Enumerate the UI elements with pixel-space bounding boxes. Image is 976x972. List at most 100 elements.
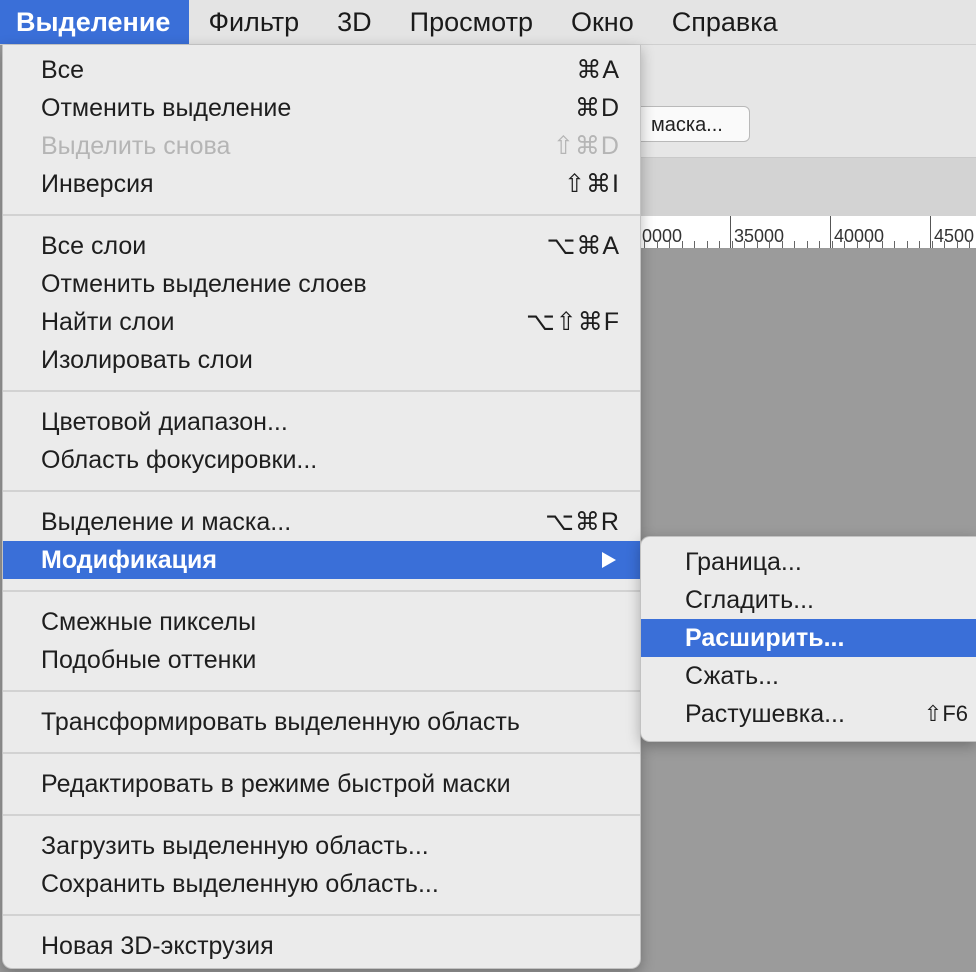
submenu-item-expand[interactable]: Расширить... bbox=[641, 619, 976, 657]
ruler-major-tick bbox=[730, 216, 731, 248]
menu-item-label: Изолировать слои bbox=[41, 346, 253, 374]
submenu-item-label: Граница... bbox=[685, 548, 802, 576]
ruler-minor-tick bbox=[919, 241, 920, 248]
ruler-minor-tick bbox=[694, 241, 695, 248]
menu-item-reselect: Выделить снова ⇧⌘D bbox=[3, 127, 640, 165]
menu-item-label: Модификация bbox=[41, 546, 217, 574]
menu-separator bbox=[3, 590, 640, 592]
menu-item-label: Выделить снова bbox=[41, 132, 231, 160]
ruler-minor-tick bbox=[832, 241, 833, 248]
document-tab-strip bbox=[640, 158, 976, 217]
submenu-item-feather[interactable]: Растушевка... ⇧F6 bbox=[641, 695, 976, 733]
submenu-item-shortcut: ⇧F6 bbox=[923, 701, 968, 726]
menu-item-quick-mask[interactable]: Редактировать в режиме быстрой маски bbox=[3, 765, 640, 803]
menu-item-transform-selection[interactable]: Трансформировать выделенную область bbox=[3, 703, 640, 741]
menubar-item-3d[interactable]: 3D bbox=[318, 0, 391, 44]
menu-item-label: Загрузить выделенную область... bbox=[41, 832, 429, 860]
menu-item-shortcut: ⇧⌘D bbox=[552, 132, 620, 160]
menu-item-shortcut: ⌥⌘A bbox=[546, 232, 620, 260]
ruler-major-tick bbox=[930, 216, 931, 248]
menu-separator bbox=[3, 752, 640, 754]
menu-item-find-layers[interactable]: Найти слои ⌥⇧⌘F bbox=[3, 303, 640, 341]
modify-submenu: Граница... Сгладить... Расширить... Сжат… bbox=[640, 536, 976, 742]
menu-item-label: Все слои bbox=[41, 232, 147, 260]
menu-item-label: Все bbox=[41, 56, 85, 84]
ruler-label: 40000 bbox=[834, 226, 885, 246]
ruler-minor-tick bbox=[957, 241, 958, 248]
ruler-minor-tick bbox=[819, 241, 820, 248]
ruler-major-tick bbox=[830, 216, 831, 248]
menu-separator bbox=[3, 690, 640, 692]
menu-separator bbox=[3, 214, 640, 216]
menu-item-label: Отменить выделение слоев bbox=[41, 270, 367, 298]
menu-item-similar[interactable]: Подобные оттенки bbox=[3, 641, 640, 679]
menu-item-shortcut: ⌥⇧⌘F bbox=[525, 308, 620, 336]
ruler-minor-tick bbox=[719, 241, 720, 248]
menu-separator bbox=[3, 490, 640, 492]
ruler-minor-tick bbox=[757, 241, 758, 248]
menu-separator bbox=[3, 914, 640, 916]
menu-item-grow[interactable]: Смежные пикселы bbox=[3, 603, 640, 641]
menu-item-new-3d-extrusion[interactable]: Новая 3D-экструзия bbox=[3, 927, 640, 965]
menu-item-select-all[interactable]: Все ⌘A bbox=[3, 51, 640, 89]
ruler-minor-tick bbox=[794, 241, 795, 248]
menu-item-load-selection[interactable]: Загрузить выделенную область... bbox=[3, 827, 640, 865]
menu-item-label: Область фокусировки... bbox=[41, 446, 318, 474]
submenu-item-contract[interactable]: Сжать... bbox=[641, 657, 976, 695]
ruler-minor-tick bbox=[644, 241, 645, 248]
menu-item-all-layers[interactable]: Все слои ⌥⌘A bbox=[3, 227, 640, 265]
menubar-item-filter[interactable]: Фильтр bbox=[189, 0, 318, 44]
ruler-minor-tick bbox=[744, 241, 745, 248]
menu-item-deselect-layers[interactable]: Отменить выделение слоев bbox=[3, 265, 640, 303]
menu-item-isolate-layers[interactable]: Изолировать слои bbox=[3, 341, 640, 379]
ruler-minor-tick bbox=[944, 241, 945, 248]
menu-item-modify[interactable]: Модификация bbox=[3, 541, 640, 579]
menu-item-select-and-mask[interactable]: Выделение и маска... ⌥⌘R bbox=[3, 503, 640, 541]
menubar-item-selection[interactable]: Выделение bbox=[0, 0, 190, 44]
menu-item-save-selection[interactable]: Сохранить выделенную область... bbox=[3, 865, 640, 903]
submenu-item-label: Расширить... bbox=[685, 624, 845, 652]
ruler-minor-tick bbox=[782, 241, 783, 248]
ruler-minor-tick bbox=[869, 241, 870, 248]
menu-item-inverse[interactable]: Инверсия ⇧⌘I bbox=[3, 165, 640, 203]
menu-item-shortcut: ⌥⌘R bbox=[545, 508, 620, 536]
submenu-item-label: Сжать... bbox=[685, 662, 779, 690]
ruler-minor-tick bbox=[732, 241, 733, 248]
ruler-minor-tick bbox=[969, 241, 970, 248]
menu-item-shortcut: ⌘A bbox=[576, 56, 620, 84]
ruler-minor-tick bbox=[807, 241, 808, 248]
menu-item-label: Цветовой диапазон... bbox=[41, 408, 288, 436]
menu-item-label: Сохранить выделенную область... bbox=[41, 870, 439, 898]
menu-item-shortcut: ⇧⌘I bbox=[564, 170, 620, 198]
submenu-item-label: Сгладить... bbox=[685, 586, 814, 614]
submenu-arrow-icon bbox=[602, 552, 616, 568]
menu-item-focus-area[interactable]: Область фокусировки... bbox=[3, 441, 640, 479]
ruler-minor-tick bbox=[769, 241, 770, 248]
horizontal-ruler: 0000 35000 40000 4500 bbox=[640, 216, 976, 249]
menu-item-label: Найти слои bbox=[41, 308, 175, 336]
ruler-minor-tick bbox=[669, 241, 670, 248]
submenu-item-label: Растушевка... bbox=[685, 700, 845, 728]
ruler-minor-tick bbox=[682, 241, 683, 248]
menu-item-label: Новая 3D-экструзия bbox=[41, 932, 274, 960]
ruler-minor-tick bbox=[907, 241, 908, 248]
menubar-item-help[interactable]: Справка bbox=[653, 0, 797, 44]
ruler-minor-tick bbox=[932, 241, 933, 248]
menu-item-label: Отменить выделение bbox=[41, 94, 292, 122]
ruler-minor-tick bbox=[707, 241, 708, 248]
menu-item-deselect[interactable]: Отменить выделение ⌘D bbox=[3, 89, 640, 127]
ruler-minor-tick bbox=[657, 241, 658, 248]
ruler-label: 35000 bbox=[734, 226, 785, 246]
menu-item-label: Подобные оттенки bbox=[41, 646, 257, 674]
menu-item-label: Инверсия bbox=[41, 170, 154, 198]
menu-item-label: Трансформировать выделенную область bbox=[41, 708, 520, 736]
menubar-item-window[interactable]: Окно bbox=[552, 0, 653, 44]
menubar-item-view[interactable]: Просмотр bbox=[391, 0, 552, 44]
menu-item-label: Смежные пикселы bbox=[41, 608, 257, 636]
menu-separator bbox=[3, 390, 640, 392]
submenu-item-smooth[interactable]: Сгладить... bbox=[641, 581, 976, 619]
submenu-item-border[interactable]: Граница... bbox=[641, 543, 976, 581]
menu-item-color-range[interactable]: Цветовой диапазон... bbox=[3, 403, 640, 441]
ruler-minor-tick bbox=[857, 241, 858, 248]
menu-bar: Выделение Фильтр 3D Просмотр Окно Справк… bbox=[0, 0, 976, 45]
